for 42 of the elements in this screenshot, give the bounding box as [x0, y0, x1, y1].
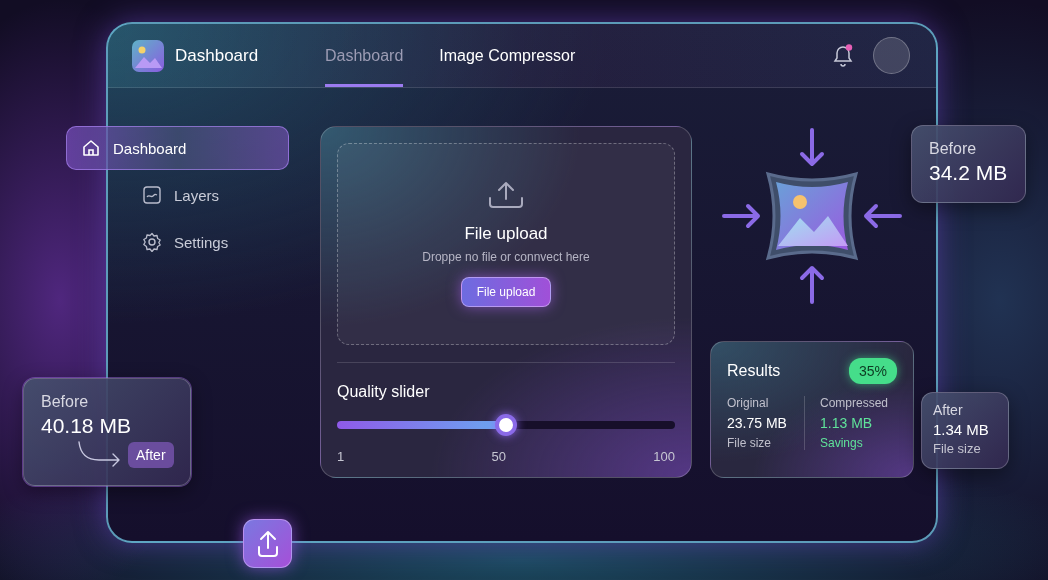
callout-label: Before: [929, 140, 978, 158]
curved-arrow-icon: [76, 440, 122, 468]
slider-tick-label: 1: [337, 449, 345, 464]
upload-icon: [255, 529, 280, 558]
stat-caption: File size: [727, 436, 772, 450]
sidebar-item[interactable]: Settings: [66, 220, 289, 264]
stat-value: 1.13 MB: [820, 415, 874, 431]
upload-title: File upload: [464, 224, 548, 244]
upload-button[interactable]: [243, 519, 292, 568]
layers-icon: [142, 185, 162, 205]
sidebar-item[interactable]: Dashboard: [66, 126, 289, 170]
callout-value: 40.18 MB: [41, 414, 132, 438]
callout-label: After: [933, 402, 964, 418]
home-icon: [81, 138, 101, 158]
brand-title: Dashboard: [175, 45, 260, 66]
after-tag: After: [128, 442, 174, 468]
savings-badge: 35%: [848, 358, 897, 384]
slider-tick-label: 100: [653, 449, 675, 464]
drop-zone[interactable]: File upload Droppe no file or connvect here File upload: [337, 143, 675, 345]
callout-caption: File size: [933, 441, 982, 456]
results-title: Results: [727, 362, 781, 380]
nav-tab[interactable]: Image Compressor: [439, 24, 576, 87]
stat-label: Original: [727, 396, 770, 410]
callout-value: 34.2 MB: [929, 161, 1008, 185]
nav-tab[interactable]: Dashboard: [325, 24, 404, 87]
quality-slider-track[interactable]: [337, 413, 675, 437]
upload-icon: [487, 180, 525, 210]
callout-label: Before: [41, 393, 90, 411]
sidebar-item[interactable]: Layers: [66, 173, 289, 217]
slider-label: Quality slider: [337, 383, 431, 401]
avatar[interactable]: [873, 37, 910, 74]
stat-label: Compressed: [820, 396, 890, 410]
callout-value: 1.34 MB: [933, 421, 990, 438]
upload-hint: Droppe no file or connvect here: [422, 250, 590, 264]
stat-value: 23.75 MB: [727, 415, 788, 431]
slider-tick-label: 50: [491, 449, 506, 464]
stat-caption: Savings: [820, 436, 864, 450]
notification-bell-icon[interactable]: [833, 44, 853, 67]
app-logo-icon: [132, 39, 164, 72]
settings-icon: [142, 232, 162, 252]
slider-thumb[interactable]: [495, 414, 517, 436]
file-upload-button[interactable]: File upload: [460, 277, 552, 307]
